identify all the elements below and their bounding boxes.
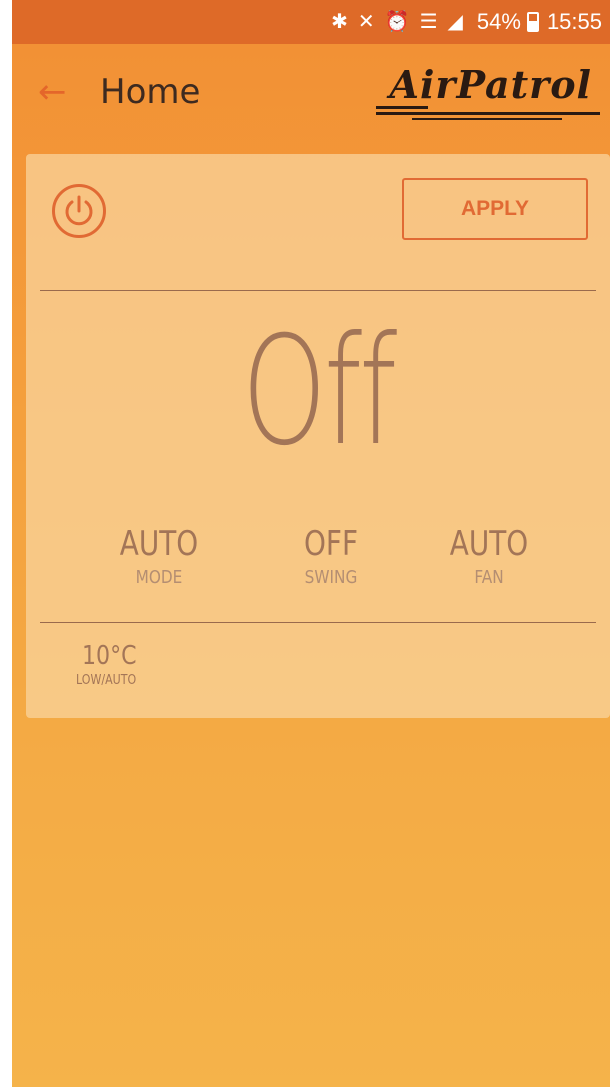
divider-bottom — [40, 622, 596, 623]
page-title: Home — [100, 72, 201, 112]
swing-value: OFF — [303, 524, 359, 564]
temperature-label: LOW/AUTO — [76, 673, 137, 688]
mute-icon: ✕ — [357, 11, 375, 33]
mode-value: AUTO — [119, 524, 199, 564]
clock: 15:55 — [546, 9, 602, 34]
swing-label: SWING — [304, 567, 358, 588]
status-bar: ✱ ✕ ⏰ ☰ ◢ 54% 15:55 — [12, 0, 610, 44]
logo-underline — [376, 112, 600, 115]
app-bar: ← Home AirPatrol — [12, 44, 610, 148]
airpatrol-logo: AirPatrol — [372, 56, 604, 126]
battery-percent: 54% — [476, 9, 521, 34]
swing-setting[interactable]: OFF SWING — [256, 524, 406, 592]
fan-label: FAN — [474, 567, 504, 588]
apply-button[interactable]: APPLY — [402, 178, 588, 240]
power-icon — [65, 195, 93, 226]
divider-top — [40, 290, 596, 291]
fan-value: AUTO — [449, 524, 529, 564]
app-screen: ✱ ✕ ⏰ ☰ ◢ 54% 15:55 ← Home AirPatrol APP… — [12, 0, 610, 1087]
logo-underline-thin — [412, 118, 562, 120]
left-edge — [0, 0, 12, 1087]
power-button[interactable] — [52, 184, 106, 238]
mode-setting[interactable]: AUTO MODE — [84, 524, 234, 592]
mode-label: MODE — [135, 567, 183, 588]
temperature-setting[interactable]: 10°C LOW/AUTO — [76, 640, 202, 690]
battery-icon — [526, 12, 539, 32]
temperature-value: 10°C — [82, 641, 137, 671]
back-arrow-icon[interactable]: ← — [38, 74, 74, 110]
bluetooth-icon: ✱ — [331, 11, 348, 33]
ac-control-card: APPLY Off AUTO MODE OFF SWING AUTO FAN 1… — [26, 154, 610, 718]
power-state-display: Off — [241, 305, 397, 479]
logo-underline-left — [376, 106, 428, 109]
signal-icon: ◢ — [447, 11, 463, 33]
fan-setting[interactable]: AUTO FAN — [414, 524, 564, 592]
alarm-icon: ⏰ — [384, 11, 410, 33]
logo-text: AirPatrol — [389, 62, 592, 107]
wifi-icon: ☰ — [419, 11, 438, 33]
